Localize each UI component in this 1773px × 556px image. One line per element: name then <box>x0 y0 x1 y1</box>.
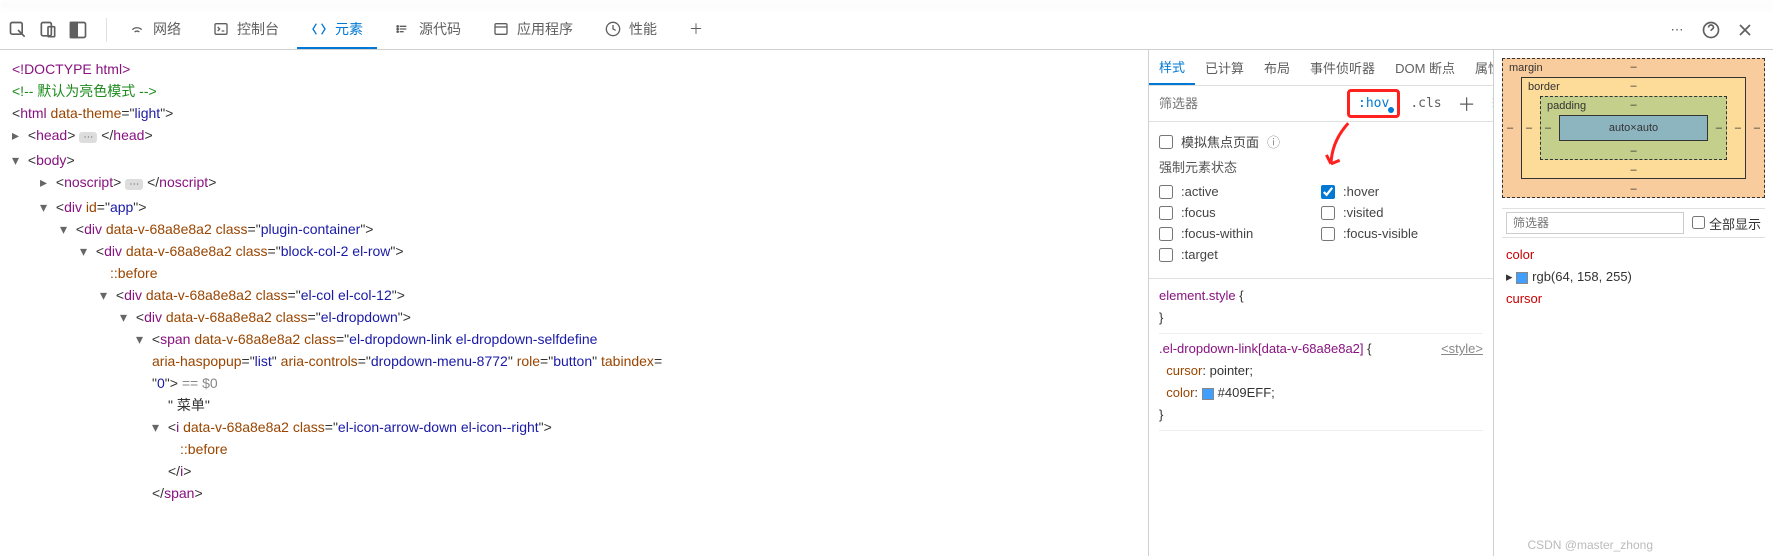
state-focus-visible-checkbox[interactable] <box>1321 227 1335 241</box>
styles-sub-tabs: 样式 已计算 布局 事件侦听器 DOM 断点 属性 辅助功能 <box>1149 50 1493 86</box>
expander-icon[interactable]: ▾ <box>152 416 164 438</box>
close-icon[interactable] <box>1735 20 1755 40</box>
subtab-styles[interactable]: 样式 <box>1149 50 1195 85</box>
help-icon[interactable]: ⓘ <box>1267 132 1280 151</box>
subtab-properties[interactable]: 属性 <box>1465 50 1493 85</box>
computed-filter-input[interactable] <box>1506 212 1684 234</box>
state-focus-within-checkbox[interactable] <box>1159 227 1173 241</box>
styles-filter-row: :hov .cls ＋ ⫶ <box>1149 86 1493 122</box>
force-state-header: 强制元素状态 <box>1159 157 1483 176</box>
styles-panel: 样式 已计算 布局 事件侦听器 DOM 断点 属性 辅助功能 :hov .cls… <box>1148 50 1493 556</box>
force-state-section: 模拟焦点页面 ⓘ 强制元素状态 :active :hover :focus :v… <box>1149 122 1493 279</box>
add-tab[interactable]: ＋ <box>675 10 717 49</box>
tab-label: 元素 <box>335 19 363 39</box>
subtab-listeners[interactable]: 事件侦听器 <box>1300 50 1385 85</box>
tab-sources[interactable]: 源代码 <box>381 10 475 49</box>
expander-icon[interactable]: ▾ <box>40 196 52 218</box>
sources-icon <box>395 21 411 37</box>
plus-icon: ＋ <box>689 19 703 39</box>
state-visited-checkbox[interactable] <box>1321 206 1335 220</box>
cls-toggle[interactable]: .cls <box>1402 92 1449 115</box>
subtab-computed[interactable]: 已计算 <box>1195 50 1254 85</box>
tab-performance[interactable]: 性能 <box>591 10 671 49</box>
dock-icon[interactable] <box>68 20 88 40</box>
state-target-checkbox[interactable] <box>1159 248 1173 262</box>
styles-filter-input[interactable] <box>1149 86 1345 121</box>
tab-network[interactable]: 网络 <box>115 10 195 49</box>
subtab-dom-breakpoints[interactable]: DOM 断点 <box>1385 50 1465 85</box>
tab-elements[interactable]: 元素 <box>297 10 377 49</box>
new-style-rule-icon[interactable]: ＋ <box>1450 87 1484 121</box>
emulate-focus-checkbox[interactable] <box>1159 135 1173 149</box>
subtab-layout[interactable]: 布局 <box>1254 50 1300 85</box>
help-icon[interactable] <box>1701 20 1721 40</box>
browser-tabs-blur <box>0 0 1773 10</box>
expander-icon[interactable]: ▾ <box>12 149 24 171</box>
tab-label: 源代码 <box>419 19 461 39</box>
box-model-content: auto×auto <box>1559 115 1708 141</box>
box-model[interactable]: margin –––– border –––– padding –––– aut… <box>1502 58 1765 198</box>
color-swatch[interactable] <box>1202 388 1214 400</box>
tab-application[interactable]: 应用程序 <box>479 10 587 49</box>
selected-node-indicator: == $0 <box>182 375 218 391</box>
device-toggle-icon[interactable] <box>38 20 58 40</box>
tab-label: 控制台 <box>237 19 279 39</box>
dom-tree-panel[interactable]: <!DOCTYPE html> <!-- 默认为亮色模式 --> <html d… <box>0 50 1148 556</box>
expander-icon[interactable]: ▾ <box>60 218 72 240</box>
css-rules-list[interactable]: element.style {} <style> .el-dropdown-li… <box>1149 279 1493 556</box>
doctype: <!DOCTYPE html> <box>12 61 130 77</box>
expander-icon[interactable]: ▾ <box>80 240 92 262</box>
state-hover-checkbox[interactable] <box>1321 185 1335 199</box>
ellipsis-badge[interactable]: ⋯ <box>79 132 97 143</box>
show-all-checkbox[interactable] <box>1692 216 1705 229</box>
tab-console[interactable]: 控制台 <box>199 10 293 49</box>
state-active-checkbox[interactable] <box>1159 185 1173 199</box>
css-rule[interactable]: <style> .el-dropdown-link[data-v-68a8e8a… <box>1159 338 1483 431</box>
hov-toggle[interactable]: :hov <box>1347 89 1400 118</box>
comment: <!-- 默认为亮色模式 --> <box>12 83 157 99</box>
ellipsis-badge[interactable]: ⋯ <box>125 179 143 190</box>
divider <box>106 18 107 42</box>
rule-origin-link[interactable]: <style> <box>1441 338 1483 360</box>
watermark: CSDN @master_zhong <box>1527 538 1653 552</box>
wifi-icon <box>129 21 145 37</box>
element-style-rule[interactable]: element.style {} <box>1159 285 1483 334</box>
computed-properties[interactable]: color ▸ rgb(64, 158, 255) cursor <box>1502 238 1765 316</box>
performance-icon <box>605 21 621 37</box>
expander-icon[interactable]: ▸ <box>40 171 52 193</box>
inspect-icon[interactable] <box>8 20 28 40</box>
color-swatch[interactable] <box>1516 272 1528 284</box>
tab-label: 网络 <box>153 19 181 39</box>
expander-icon[interactable]: ▾ <box>120 306 132 328</box>
tab-label: 应用程序 <box>517 19 573 39</box>
application-icon <box>493 21 509 37</box>
more-icon[interactable]: ⋯ <box>1667 20 1687 40</box>
expander-icon[interactable]: ▸ <box>12 124 24 146</box>
state-focus-checkbox[interactable] <box>1159 206 1173 220</box>
expander-icon[interactable]: ▾ <box>100 284 112 306</box>
devtools-main-tabs: 网络 控制台 元素 源代码 应用程序 性能 ＋ ⋯ <box>0 10 1773 50</box>
console-icon <box>213 21 229 37</box>
elements-icon <box>311 21 327 37</box>
computed-panel: margin –––– border –––– padding –––– aut… <box>1493 50 1773 556</box>
expander-icon[interactable]: ▾ <box>136 328 148 350</box>
tab-label: 性能 <box>629 19 657 39</box>
